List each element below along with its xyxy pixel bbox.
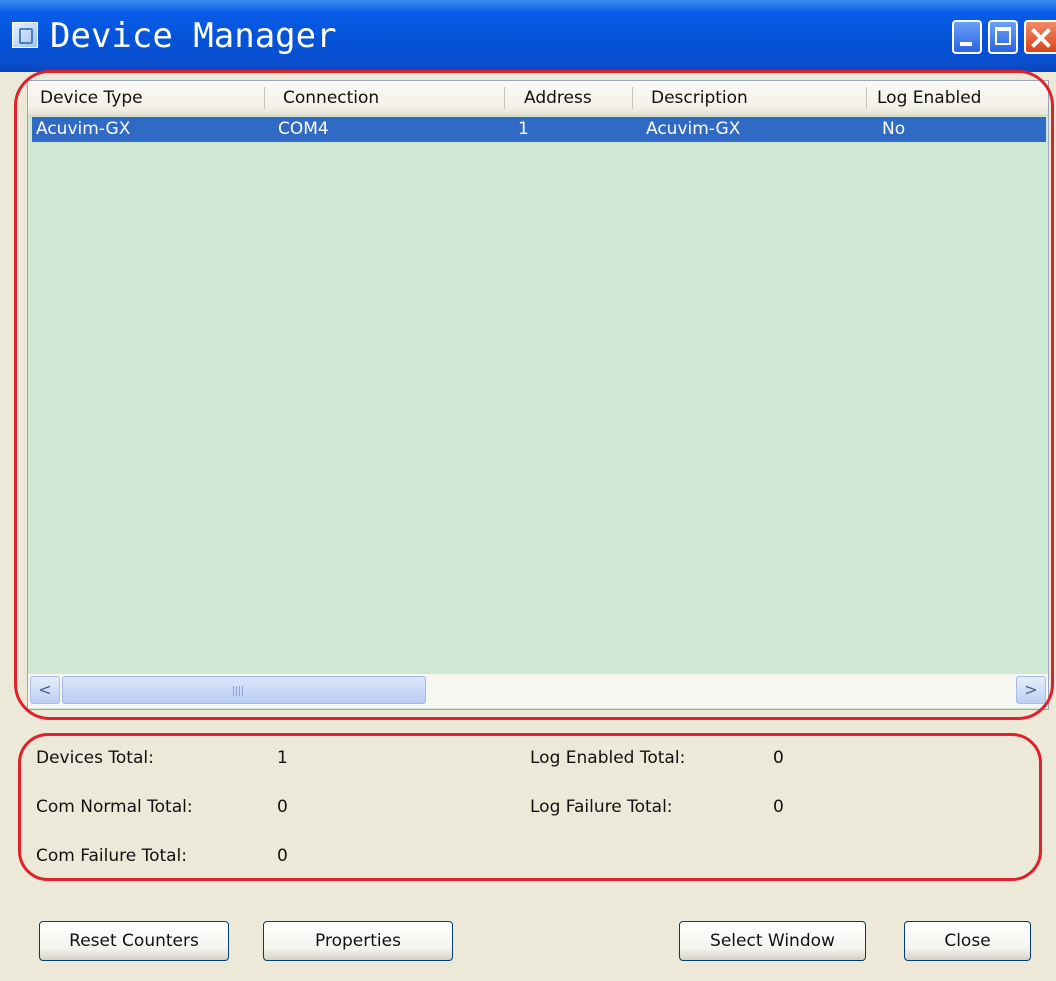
column-header-connection[interactable]: Connection [283,81,379,115]
column-header-log-enabled[interactable]: Log Enabled [877,81,981,115]
log-failure-total-label: Log Failure Total: [530,797,673,817]
column-divider[interactable] [264,87,265,109]
device-list[interactable]: Device Type Connection Address Descripti… [27,80,1049,710]
title-bar[interactable]: Device Manager [0,0,1056,72]
cell-device-type: Acuvim-GX [36,119,131,139]
list-header: Device Type Connection Address Descripti… [28,81,1048,116]
scrollbar-thumb[interactable] [62,676,426,704]
devices-total-value: 1 [277,748,288,768]
app-icon[interactable] [12,22,38,48]
minimize-icon[interactable] [952,20,982,54]
close-button[interactable]: Close [904,921,1031,961]
cell-address: 1 [518,119,529,139]
log-failure-total-value: 0 [773,797,784,817]
reset-counters-button[interactable]: Reset Counters [39,921,229,961]
table-row[interactable]: Acuvim-GX COM4 1 Acuvim-GX No [32,117,1046,142]
cell-connection: COM4 [278,119,329,139]
column-divider[interactable] [866,87,867,109]
scrollbar-grip-icon [233,686,245,696]
log-enabled-total-label: Log Enabled Total: [530,748,686,768]
devices-total-label: Devices Total: [36,748,154,768]
com-normal-total-label: Com Normal Total: [36,797,193,817]
column-header-device-type[interactable]: Device Type [40,81,143,115]
com-failure-total-label: Com Failure Total: [36,846,187,866]
cell-description: Acuvim-GX [646,119,741,139]
scroll-left-arrow-icon[interactable]: < [30,676,60,704]
window-title: Device Manager [50,16,337,56]
horizontal-scrollbar[interactable]: < > [28,673,1048,708]
properties-button[interactable]: Properties [263,921,453,961]
log-enabled-total-value: 0 [773,748,784,768]
column-header-description[interactable]: Description [651,81,748,115]
select-window-button[interactable]: Select Window [679,921,866,961]
cell-log-enabled: No [882,119,906,139]
maximize-icon[interactable] [988,20,1018,54]
column-divider[interactable] [504,87,505,109]
column-divider[interactable] [632,87,633,109]
column-header-address[interactable]: Address [524,81,592,115]
com-failure-total-value: 0 [277,846,288,866]
com-normal-total-value: 0 [277,797,288,817]
scroll-right-arrow-icon[interactable]: > [1016,676,1046,704]
close-window-icon[interactable] [1024,20,1056,54]
device-manager-window: Device Manager Device Type Connection Ad… [0,0,1056,981]
